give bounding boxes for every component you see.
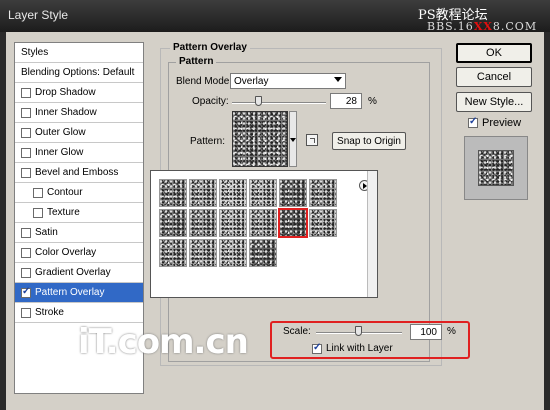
style-item-label: Blending Options: Default: [21, 67, 135, 78]
style-item-label: Inner Glow: [35, 147, 84, 158]
pattern-swatch-item[interactable]: [189, 239, 217, 267]
pattern-swatch-item[interactable]: [189, 209, 217, 237]
style-preview: [464, 136, 528, 200]
chevron-down-icon: [290, 138, 296, 142]
checkbox-icon[interactable]: [21, 286, 31, 298]
pattern-dropdown-button[interactable]: [289, 111, 297, 167]
new-style-button[interactable]: New Style...: [456, 92, 532, 112]
style-item-texture[interactable]: Texture: [15, 203, 143, 223]
pattern-swatch-item[interactable]: [249, 179, 277, 207]
link-with-layer-label: Link with Layer: [326, 343, 393, 354]
opacity-slider-thumb[interactable]: [255, 96, 263, 106]
style-item-outer-glow[interactable]: Outer Glow: [15, 123, 143, 143]
checkbox-icon[interactable]: [21, 127, 31, 138]
style-item-styles[interactable]: Styles: [15, 43, 143, 63]
blend-mode-label: Blend Mode:: [176, 76, 233, 87]
style-item-pattern-overlay[interactable]: Pattern Overlay: [15, 283, 143, 303]
picker-scrollbar[interactable]: [367, 171, 377, 297]
style-item-label: Pattern Overlay: [35, 287, 105, 298]
checkbox-icon[interactable]: [21, 227, 31, 238]
style-item-inner-shadow[interactable]: Inner Shadow: [15, 103, 143, 123]
pattern-swatch[interactable]: [232, 111, 288, 167]
pattern-swatch-item[interactable]: [159, 239, 187, 267]
section-title: Pattern Overlay: [170, 42, 250, 53]
pattern-swatch-grid: [159, 179, 339, 267]
preview-thumbnail: [478, 150, 514, 186]
pattern-picker: [150, 170, 378, 298]
pattern-swatch-item[interactable]: [279, 179, 307, 207]
style-item-label: Color Overlay: [35, 247, 97, 258]
checkbox-icon[interactable]: [21, 267, 31, 278]
pattern-swatch-item[interactable]: [159, 179, 187, 207]
pattern-swatch-item[interactable]: [249, 239, 277, 267]
checkbox-icon[interactable]: [21, 307, 31, 318]
style-item-inner-glow[interactable]: Inner Glow: [15, 143, 143, 163]
opacity-label: Opacity:: [192, 96, 229, 107]
style-item-label: Styles: [21, 47, 49, 58]
checkbox-icon[interactable]: [33, 207, 43, 218]
pattern-swatch-item[interactable]: [219, 209, 247, 237]
new-preset-icon[interactable]: [306, 134, 318, 146]
preview-checkbox[interactable]: Preview: [468, 116, 522, 129]
style-item-label: Bevel and Emboss: [35, 167, 119, 178]
checkbox-icon[interactable]: [33, 187, 43, 198]
style-item-label: Drop Shadow: [35, 87, 96, 98]
checkbox-icon[interactable]: [21, 167, 31, 178]
blend-mode-value: Overlay: [234, 75, 269, 87]
checkbox-icon: [312, 342, 322, 354]
style-item-label: Texture: [47, 207, 80, 218]
cancel-button[interactable]: Cancel: [456, 67, 532, 87]
style-item-stroke[interactable]: Stroke: [15, 303, 143, 323]
pattern-swatch-item[interactable]: [309, 179, 337, 207]
opacity-slider[interactable]: [232, 102, 326, 104]
pattern-swatch-item[interactable]: [309, 209, 337, 237]
preview-label: Preview: [482, 117, 522, 129]
checkbox-icon[interactable]: [21, 247, 31, 258]
checkbox-icon[interactable]: [21, 87, 31, 98]
pattern-label: Pattern:: [190, 136, 226, 147]
style-item-contour[interactable]: Contour: [15, 183, 143, 203]
opacity-field[interactable]: 28: [330, 93, 362, 109]
style-item-bevel-and-emboss[interactable]: Bevel and Emboss: [15, 163, 143, 183]
style-item-blending-options-default[interactable]: Blending Options: Default: [15, 63, 143, 83]
pattern-swatch-item[interactable]: [219, 179, 247, 207]
scale-label: Scale:: [283, 326, 311, 337]
scale-field[interactable]: 100: [410, 324, 442, 340]
style-item-label: Contour: [47, 187, 83, 198]
site-logo: iT.com.cn: [78, 322, 249, 362]
pattern-group-title: Pattern: [176, 56, 217, 67]
checkbox-icon[interactable]: [21, 147, 31, 158]
pattern-swatch-item[interactable]: [159, 209, 187, 237]
style-item-label: Stroke: [35, 307, 64, 318]
pattern-swatch-item[interactable]: [249, 209, 277, 237]
ok-button[interactable]: OK: [456, 43, 532, 63]
style-item-color-overlay[interactable]: Color Overlay: [15, 243, 143, 263]
snap-to-origin-button[interactable]: Snap to Origin: [332, 132, 406, 150]
chevron-down-icon: [334, 77, 342, 82]
pattern-swatch-item[interactable]: [189, 179, 217, 207]
style-item-drop-shadow[interactable]: Drop Shadow: [15, 83, 143, 103]
blend-mode-select[interactable]: Overlay: [230, 73, 346, 89]
style-item-label: Outer Glow: [35, 127, 86, 138]
checkbox-icon: [468, 116, 478, 128]
style-item-label: Inner Shadow: [35, 107, 97, 118]
title-bar[interactable]: Layer Style PS教程论坛 BBS.16XX8.COM: [0, 0, 550, 33]
link-with-layer-checkbox[interactable]: Link with Layer: [312, 342, 393, 354]
style-item-satin[interactable]: Satin: [15, 223, 143, 243]
opacity-unit: %: [368, 96, 377, 107]
style-item-label: Satin: [35, 227, 58, 238]
window-title: Layer Style: [8, 8, 69, 22]
style-item-gradient-overlay[interactable]: Gradient Overlay: [15, 263, 143, 283]
style-item-label: Gradient Overlay: [35, 267, 111, 278]
checkbox-icon[interactable]: [21, 107, 31, 118]
pattern-swatch-item[interactable]: [278, 208, 308, 238]
pattern-swatch-item[interactable]: [219, 239, 247, 267]
scale-unit: %: [447, 326, 456, 337]
scale-slider-thumb[interactable]: [355, 326, 362, 336]
